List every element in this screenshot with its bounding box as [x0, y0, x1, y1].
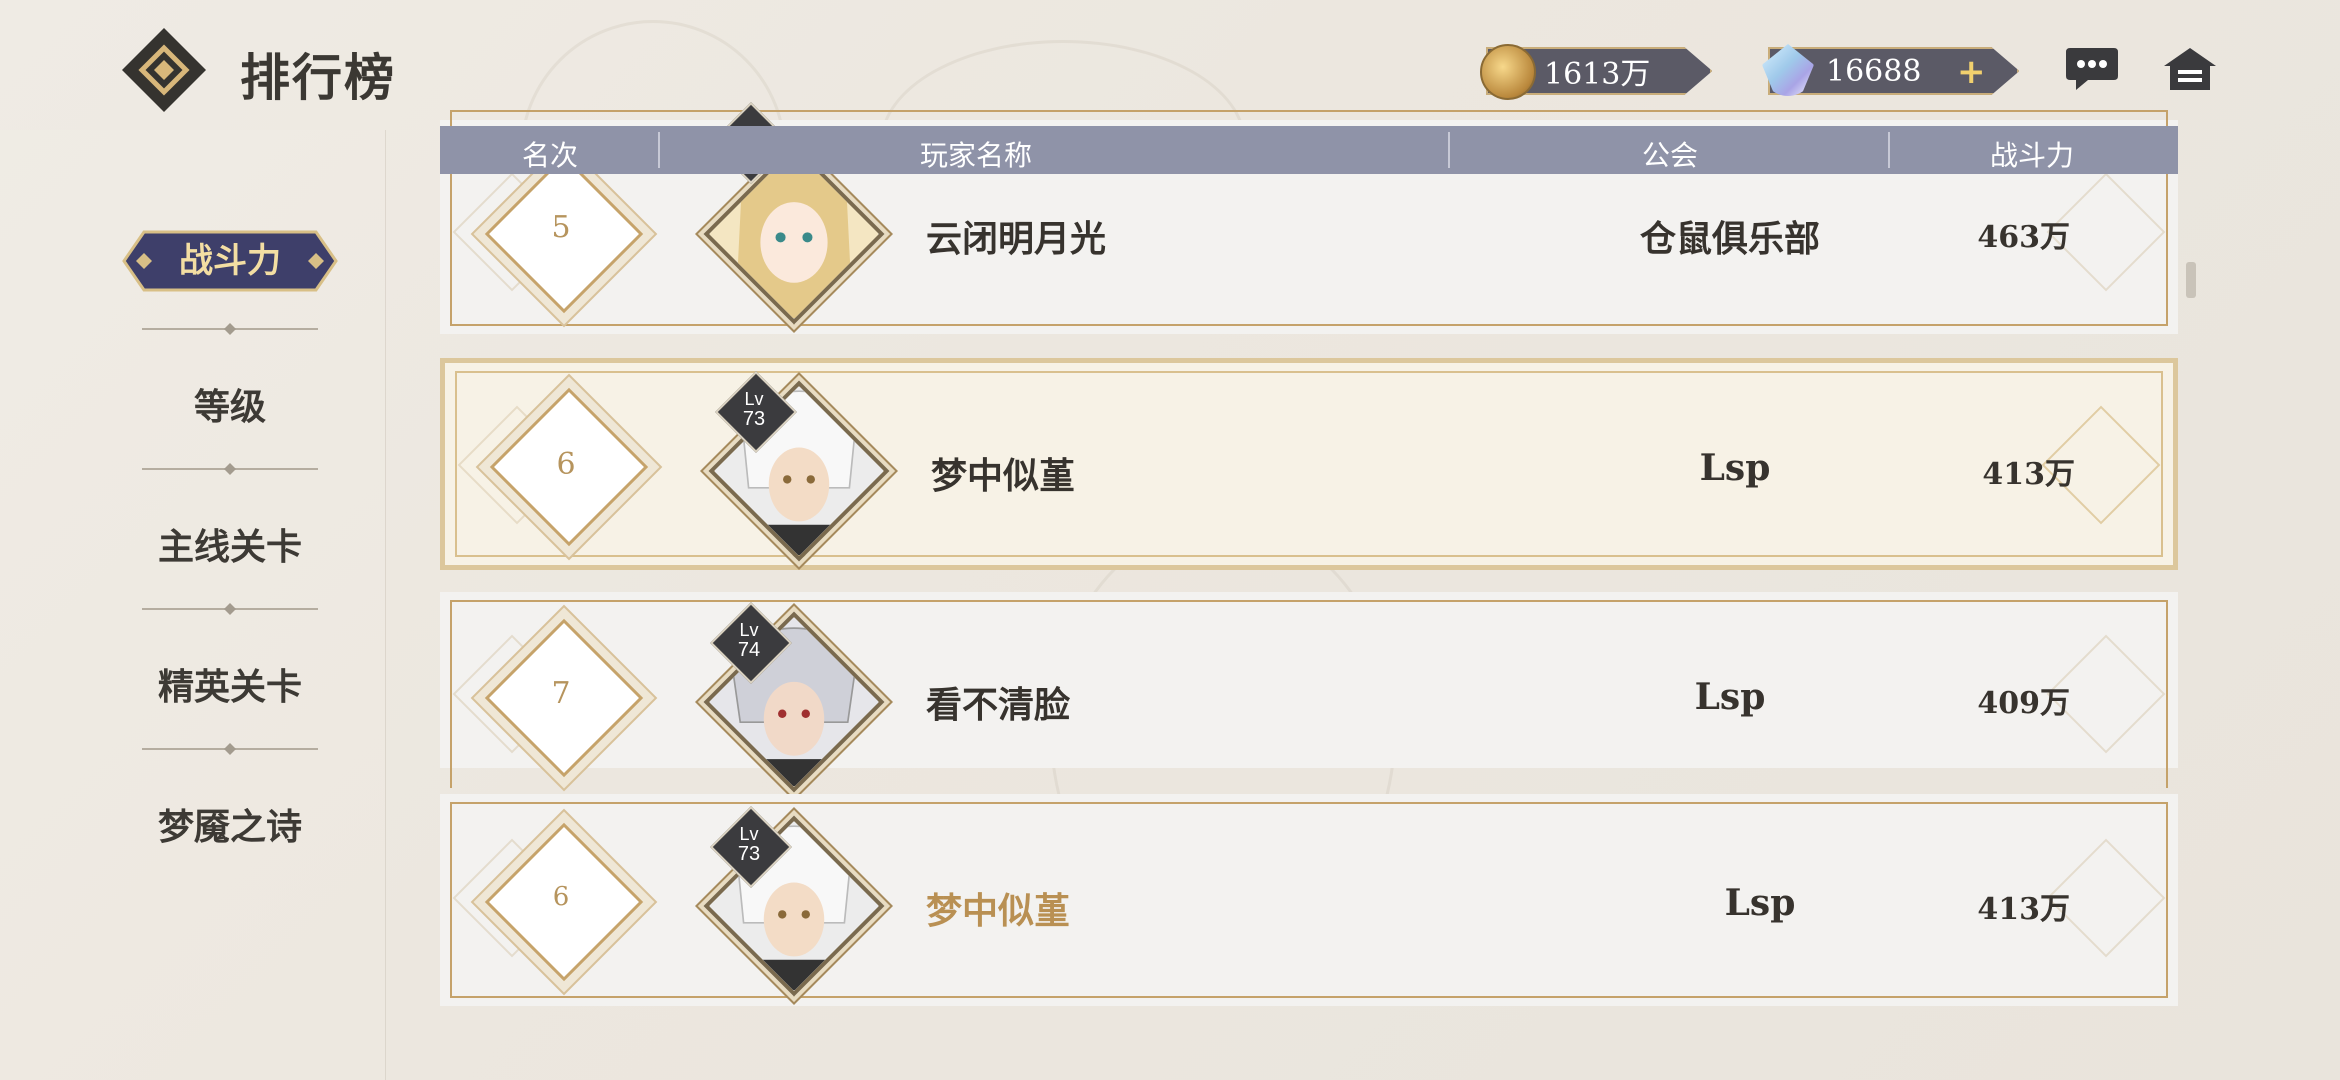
- rank-number: 6: [552, 882, 570, 912]
- player-level: 73: [737, 843, 761, 865]
- col-player-name: 玩家名称: [920, 139, 1033, 172]
- gold-currency: 1613万: [1480, 44, 1712, 100]
- rank-number: 7: [551, 676, 571, 711]
- coin-icon: [1480, 44, 1536, 100]
- tab-combat-power[interactable]: 战斗力: [122, 232, 338, 290]
- logo-icon: [122, 28, 206, 112]
- combat-power: 409万: [1977, 686, 2070, 721]
- tab-level[interactable]: 等级: [0, 378, 460, 430]
- page-title: 排行榜: [240, 48, 396, 107]
- combat-power: 463万: [1977, 220, 2070, 255]
- level-label: Lv: [739, 620, 759, 640]
- divider: [142, 603, 318, 615]
- home-icon[interactable]: [2162, 44, 2218, 94]
- self-player-name: 梦中似堇: [926, 890, 1071, 932]
- rank-number: 6: [556, 447, 576, 482]
- self-rank-row[interactable]: 6 Lv 73 梦中似堇 Lsp 413万: [440, 794, 2178, 1006]
- player-name: 梦中似堇: [931, 455, 1076, 497]
- combat-power: 413万: [1982, 457, 2075, 492]
- divider: [142, 323, 318, 335]
- tab-nightmare-poem[interactable]: 梦魇之诗: [0, 798, 460, 850]
- combat-power: 413万: [1977, 892, 2070, 927]
- col-guild: 公会: [1642, 139, 1699, 172]
- divider: [142, 463, 318, 475]
- col-combat-power: 战斗力: [1990, 139, 2075, 172]
- divider: [142, 743, 318, 755]
- add-gem-button[interactable]: +: [1957, 52, 1986, 92]
- player-level: 73: [742, 408, 766, 430]
- chat-icon[interactable]: [2064, 44, 2120, 94]
- table-row[interactable]: 6 Lv 73 梦中似堇 Lsp 413万: [440, 358, 2178, 570]
- guild-name: Lsp: [1694, 676, 1766, 718]
- guild-name: 仓鼠俱乐部: [1639, 218, 1820, 260]
- gem-amount: 16688: [1826, 53, 1922, 89]
- gem-currency: 16688 +: [1762, 44, 2019, 96]
- player-name: 云闭明月光: [926, 218, 1107, 260]
- player-level: 74: [737, 639, 761, 661]
- table-header: 名次 玩家名称 公会 战斗力: [440, 126, 2178, 174]
- rank-number: 5: [551, 210, 571, 245]
- col-rank: 名次: [522, 139, 579, 172]
- gold-amount: 1613万: [1544, 57, 1651, 92]
- tab-main-stage[interactable]: 主线关卡: [0, 518, 460, 570]
- guild-name: Lsp: [1724, 882, 1796, 924]
- level-label: Lv: [739, 824, 759, 844]
- tab-elite-stage[interactable]: 精英关卡: [0, 658, 460, 710]
- table-row[interactable]: 7 Lv 74 看不清脸 Lsp 409万: [440, 592, 2178, 793]
- guild-name: Lsp: [1699, 447, 1771, 489]
- scrollbar[interactable]: [2186, 262, 2196, 298]
- player-name: 看不清脸: [926, 684, 1071, 726]
- level-label: Lv: [744, 389, 764, 409]
